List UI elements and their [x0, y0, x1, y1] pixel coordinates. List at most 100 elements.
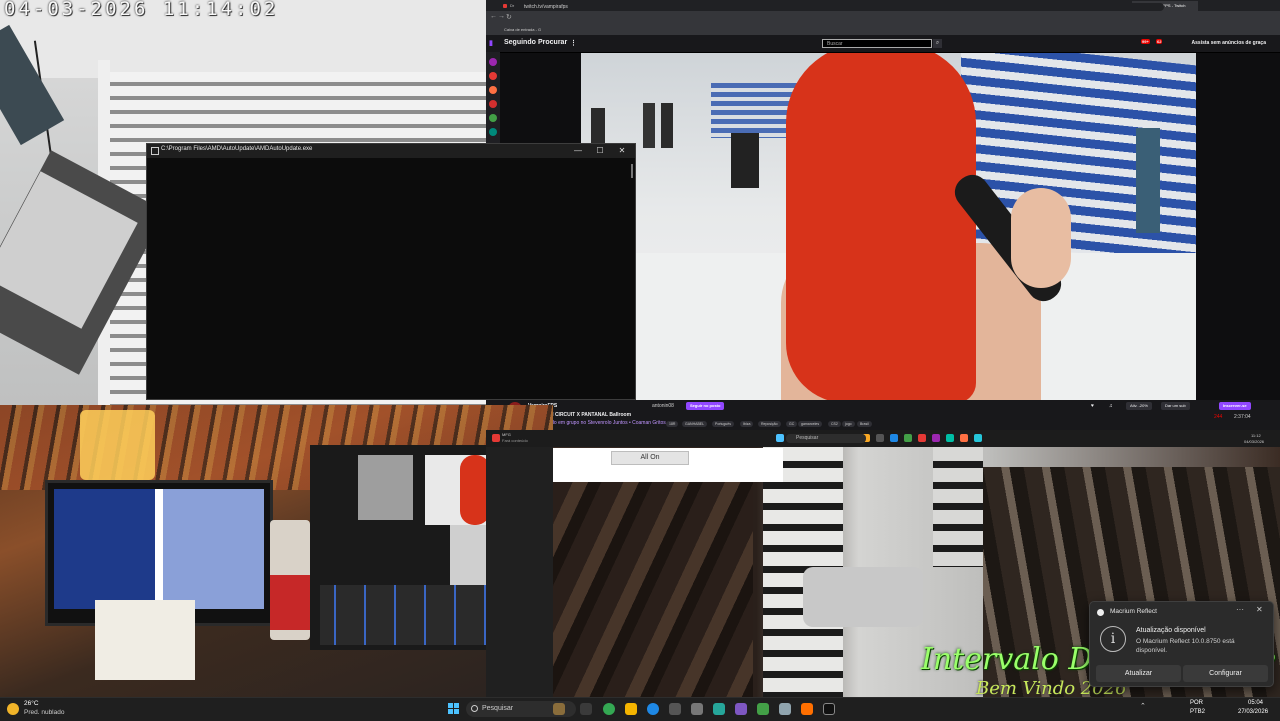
weather-condition[interactable]: Pred. nublado: [24, 709, 64, 716]
app-icon[interactable]: [713, 703, 725, 715]
start-icon[interactable]: [448, 703, 460, 715]
remote-app-icon[interactable]: [918, 434, 926, 442]
stream-tag[interactable]: Ibiza: [740, 421, 754, 427]
remote-app-icon[interactable]: [876, 434, 884, 442]
cmd-window: C:\Program Files\AMD\AutoUpdate\AMDAutoU…: [146, 143, 636, 400]
task-view-icon[interactable]: [580, 703, 592, 715]
input-layout[interactable]: PTB2: [1190, 709, 1205, 715]
app-icon[interactable]: [735, 703, 747, 715]
subscribe-button[interactable]: Inscrever-se: [1219, 402, 1251, 410]
close-button[interactable]: ✕: [613, 145, 631, 157]
bookmark-item[interactable]: Caixa de entrada - G: [504, 25, 541, 35]
whisper-badge[interactable]: 62: [1156, 39, 1163, 44]
close-icon[interactable]: ✕: [1256, 605, 1263, 614]
video-person: [1136, 128, 1160, 233]
vlc-icon[interactable]: [801, 703, 813, 715]
search-icon[interactable]: ⌕: [933, 39, 942, 48]
url-field[interactable]: twitch.tv/vampirafps: [514, 3, 1164, 11]
remote-app-icon[interactable]: [932, 434, 940, 442]
video-person: [661, 103, 673, 148]
minimize-button[interactable]: —: [569, 145, 587, 157]
room-camera-feed: [0, 405, 553, 697]
sidebar-channel-avatar[interactable]: [489, 100, 497, 108]
app-icon[interactable]: [691, 703, 703, 715]
nav-following[interactable]: Seguindo: [504, 39, 536, 46]
cctv-timestamp: 04-03-2026 11:14:02: [4, 0, 279, 20]
app-icon[interactable]: [823, 703, 835, 715]
cmd-scrollbar[interactable]: [631, 164, 633, 178]
sidebar-channel-avatar[interactable]: [489, 86, 497, 94]
stream-tag[interactable]: CS2: [828, 421, 841, 427]
remote-search-box[interactable]: Pesquisar: [786, 434, 866, 443]
notification-badge[interactable]: 99+: [1141, 39, 1150, 44]
nav-browse[interactable]: Procurar: [538, 39, 567, 46]
stream-uptime: 2:37:04: [1234, 414, 1251, 420]
remote-avatar-icon: [492, 434, 500, 442]
remote-start-icon[interactable]: [776, 434, 784, 442]
remote-clock: 11:12: [1251, 433, 1261, 438]
co-streamer-name[interactable]: antonin08: [652, 403, 674, 409]
remote-app-icon[interactable]: [946, 434, 954, 442]
stream-tag[interactable]: Brasil: [857, 421, 872, 427]
more-options-icon[interactable]: ···: [1236, 605, 1244, 614]
chrome-icon[interactable]: [603, 703, 615, 715]
follow-button[interactable]: Seguir no posto: [686, 402, 725, 410]
stream-tag[interactable]: jogo: [842, 421, 855, 427]
room-lamp: [80, 410, 155, 480]
cmd-titlebar[interactable]: C:\Program Files\AMD\AutoUpdate\AMDAutoU…: [147, 144, 635, 158]
remote-cam-car: [803, 567, 923, 627]
tray-overflow-icon[interactable]: ⌃: [1140, 702, 1146, 710]
sidebar-channel-avatar[interactable]: [489, 72, 497, 80]
stream-tag[interactable]: gamarceles: [798, 421, 823, 427]
twitch-logo-icon[interactable]: ▮: [489, 39, 493, 47]
bell-icon[interactable]: ♫: [1109, 403, 1113, 409]
weather-temperature[interactable]: 26°C: [24, 700, 39, 707]
stream-tag[interactable]: GC: [786, 421, 798, 427]
taskbar-search-placeholder: Pesquisar: [482, 705, 514, 712]
remote-app-icon[interactable]: [890, 434, 898, 442]
video-streamer-hair: [786, 53, 976, 400]
clock-date[interactable]: 27/03/2026: [1238, 709, 1268, 715]
input-language[interactable]: POR: [1190, 700, 1203, 706]
gift-sub-button[interactable]: Dar um sub: [1161, 402, 1190, 410]
taskbar-widget-icon[interactable]: [553, 703, 565, 715]
app-icon[interactable]: [757, 703, 769, 715]
remote-app-icon[interactable]: [974, 434, 982, 442]
configure-button[interactable]: Configurar: [1183, 665, 1268, 682]
twitch-turbo-link[interactable]: Assista sem anúncios de graça: [1192, 40, 1266, 46]
sidebar-channel-avatar[interactable]: [489, 114, 497, 122]
clock-time[interactable]: 05:04: [1248, 700, 1263, 706]
all-on-button[interactable]: All On: [611, 451, 689, 465]
remote-app-icon[interactable]: [904, 434, 912, 442]
room-desk-calendar: [95, 600, 195, 680]
remote-mode: Fará conteúdo: [502, 438, 528, 443]
remote-app-icon[interactable]: [960, 434, 968, 442]
remote-taskbar: MFG Fará conteúdo 11:12 04/03/2026: [486, 430, 1280, 447]
stream-tag[interactable]: Português: [712, 421, 734, 427]
sidebar-channel-avatar[interactable]: [489, 58, 497, 66]
macrium-app-icon: [1097, 609, 1104, 616]
more-icon[interactable]: ⋮: [570, 39, 577, 47]
twitch-search-input[interactable]: Buscar: [822, 39, 932, 48]
weather-icon[interactable]: [7, 703, 19, 715]
room-red-box: [270, 575, 310, 630]
edge-icon[interactable]: [647, 703, 659, 715]
stream-tag[interactable]: Reposição: [758, 421, 781, 427]
stream-tag[interactable]: 18R: [666, 421, 679, 427]
stream-tag[interactable]: GANHABEL: [682, 421, 708, 427]
store-icon[interactable]: [669, 703, 681, 715]
maximize-button[interactable]: ☐: [591, 145, 609, 157]
forward-icon[interactable]: →: [498, 13, 505, 20]
heart-icon[interactable]: ♥: [1091, 403, 1094, 409]
stream-video[interactable]: [581, 53, 1196, 400]
sidebar-channel-avatar[interactable]: [489, 128, 497, 136]
back-icon[interactable]: ←: [490, 13, 497, 20]
update-button[interactable]: Atualizar: [1096, 665, 1181, 682]
search-icon: [471, 705, 478, 712]
file-explorer-icon[interactable]: [625, 703, 637, 715]
settings-icon[interactable]: [779, 703, 791, 715]
video-person: [643, 103, 655, 148]
reload-icon[interactable]: ↻: [506, 13, 512, 21]
subs-button[interactable]: Ativ. -20%: [1126, 402, 1152, 410]
toast-notification[interactable]: Macrium Reflect ··· ✕ i Atualização disp…: [1089, 601, 1274, 687]
